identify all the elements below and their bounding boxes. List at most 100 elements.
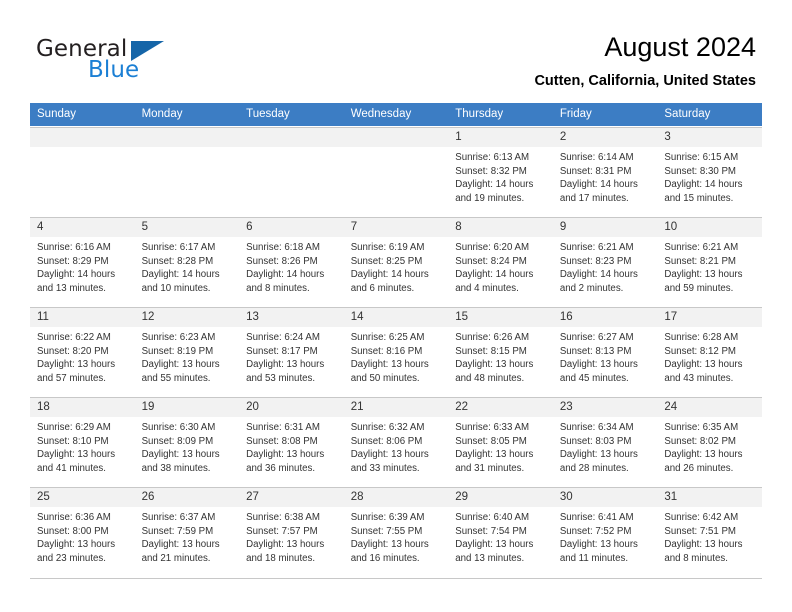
day-number: 5	[134, 217, 240, 237]
daylight-text: and 53 minutes.	[246, 372, 316, 384]
calendar-day-cell[interactable]: 13 Sunrise: 6:24 AM Sunset: 8:17 PM Dayligh…	[239, 306, 344, 396]
calendar-day-cell[interactable]: 27 Sunrise: 6:38 AM Sunset: 7:57 PM Dayligh…	[239, 486, 344, 576]
sunset-text: Sunset: 8:32 PM	[455, 165, 527, 177]
sunrise-text: Sunrise: 6:30 AM	[141, 422, 216, 433]
daylight-text: and 8 minutes.	[246, 282, 310, 294]
calendar-day-cell[interactable]: 3 Sunrise: 6:15 AM Sunset: 8:30 PM Daylight…	[657, 126, 762, 216]
sunset-text: Sunset: 7:52 PM	[559, 525, 632, 537]
daylight-text: and 41 minutes.	[37, 462, 106, 474]
day-number: 19	[134, 397, 240, 417]
calendar-page: General Blue August 2024 Cutten, Califor…	[0, 0, 792, 612]
daylight-text: and 4 minutes.	[455, 282, 519, 294]
sunrise-text: Sunrise: 6:35 AM	[664, 422, 739, 433]
day-number: 16	[552, 307, 658, 327]
day-13: 13 Sunrise: 6:24 AM Sunset: 8:17 PM Dayligh…	[239, 306, 344, 396]
day-details: Sunrise: 6:39 AM Sunset: 7:55 PM Daylight:…	[344, 507, 449, 565]
sunset-text: Sunset: 8:23 PM	[559, 255, 632, 267]
calendar-day-cell[interactable]: 22 Sunrise: 6:33 AM Sunset: 8:05 PM Dayligh…	[448, 396, 553, 486]
empty-day	[134, 126, 240, 216]
day-number: 26	[134, 487, 240, 507]
sunrise-text: Sunrise: 6:25 AM	[350, 332, 425, 343]
daylight-text: Daylight: 13 hours	[246, 359, 325, 371]
day-details: Sunrise: 6:27 AM Sunset: 8:13 PM Daylight:…	[553, 327, 658, 385]
day-details: Sunrise: 6:15 AM Sunset: 8:30 PM Daylight:…	[657, 147, 762, 205]
calendar-day-cell[interactable]: 26 Sunrise: 6:37 AM Sunset: 7:59 PM Dayligh…	[134, 486, 240, 576]
calendar-day-cell	[134, 126, 240, 216]
calendar-body: 1 Sunrise: 6:13 AM Sunset: 8:32 PM Daylight…	[30, 126, 762, 576]
day-details: Sunrise: 6:29 AM Sunset: 8:10 PM Daylight:…	[30, 417, 135, 475]
calendar-day-cell[interactable]: 4 Sunrise: 6:16 AM Sunset: 8:29 PM Daylight…	[30, 216, 135, 306]
daylight-text: and 36 minutes.	[246, 462, 316, 474]
sunset-text: Sunset: 8:17 PM	[246, 345, 318, 357]
calendar-day-cell[interactable]: 19 Sunrise: 6:30 AM Sunset: 8:09 PM Dayligh…	[134, 396, 240, 486]
sunrise-text: Sunrise: 6:41 AM	[559, 512, 634, 523]
calendar-day-cell[interactable]: 2 Sunrise: 6:14 AM Sunset: 8:31 PM Daylight…	[552, 126, 658, 216]
day-details: Sunrise: 6:16 AM Sunset: 8:29 PM Daylight:…	[30, 237, 135, 295]
daylight-text: and 11 minutes.	[559, 552, 629, 564]
day-details: Sunrise: 6:20 AM Sunset: 8:24 PM Daylight:…	[448, 237, 553, 295]
day-details: Sunrise: 6:28 AM Sunset: 8:12 PM Daylight:…	[657, 327, 762, 385]
daylight-text: Daylight: 14 hours	[246, 269, 325, 281]
weekday-header-thursday: Thursday	[448, 103, 553, 126]
calendar-day-cell[interactable]: 31 Sunrise: 6:42 AM Sunset: 7:51 PM Dayligh…	[657, 486, 762, 576]
calendar-day-cell[interactable]: 10 Sunrise: 6:21 AM Sunset: 8:21 PM Dayligh…	[657, 216, 762, 306]
weekday-header-monday: Monday	[134, 103, 240, 126]
sunrise-text: Sunrise: 6:39 AM	[350, 512, 425, 523]
calendar-day-cell[interactable]: 23 Sunrise: 6:34 AM Sunset: 8:03 PM Dayligh…	[552, 396, 658, 486]
daylight-text: Daylight: 13 hours	[350, 449, 429, 461]
daylight-text: and 17 minutes.	[559, 192, 629, 204]
day-details: Sunrise: 6:23 AM Sunset: 8:19 PM Daylight:…	[135, 327, 240, 385]
day-number	[30, 127, 135, 147]
day-details: Sunrise: 6:33 AM Sunset: 8:05 PM Daylight:…	[448, 417, 553, 475]
calendar-day-cell[interactable]: 1 Sunrise: 6:13 AM Sunset: 8:32 PM Daylight…	[448, 126, 553, 216]
day-details: Sunrise: 6:17 AM Sunset: 8:28 PM Daylight:…	[135, 237, 240, 295]
day-25: 25 Sunrise: 6:36 AM Sunset: 8:00 PM Dayligh…	[30, 486, 135, 576]
calendar-day-cell[interactable]: 24 Sunrise: 6:35 AM Sunset: 8:02 PM Dayligh…	[657, 396, 762, 486]
sunset-text: Sunset: 8:05 PM	[455, 435, 527, 447]
calendar-day-cell[interactable]: 29 Sunrise: 6:40 AM Sunset: 7:54 PM Dayligh…	[448, 486, 553, 576]
calendar-day-cell[interactable]: 6 Sunrise: 6:18 AM Sunset: 8:26 PM Daylight…	[239, 216, 344, 306]
day-22: 22 Sunrise: 6:33 AM Sunset: 8:05 PM Dayligh…	[448, 396, 553, 486]
calendar-day-cell[interactable]: 9 Sunrise: 6:21 AM Sunset: 8:23 PM Daylight…	[552, 216, 658, 306]
calendar-day-cell[interactable]: 14 Sunrise: 6:25 AM Sunset: 8:16 PM Dayligh…	[343, 306, 449, 396]
calendar-day-cell[interactable]: 12 Sunrise: 6:23 AM Sunset: 8:19 PM Dayligh…	[134, 306, 240, 396]
daylight-text: and 45 minutes.	[559, 372, 629, 384]
calendar-day-cell[interactable]: 20 Sunrise: 6:31 AM Sunset: 8:08 PM Dayligh…	[239, 396, 344, 486]
day-details: Sunrise: 6:24 AM Sunset: 8:17 PM Daylight:…	[239, 327, 344, 385]
calendar-week-row: 11 Sunrise: 6:22 AM Sunset: 8:20 PM Dayligh…	[30, 306, 762, 396]
general-blue-logo[interactable]: General Blue	[36, 36, 256, 92]
calendar-day-cell[interactable]: 21 Sunrise: 6:32 AM Sunset: 8:06 PM Dayligh…	[343, 396, 449, 486]
page-header: General Blue August 2024 Cutten, Califor…	[0, 0, 792, 103]
calendar-day-cell[interactable]: 8 Sunrise: 6:20 AM Sunset: 8:24 PM Daylight…	[448, 216, 553, 306]
day-2: 2 Sunrise: 6:14 AM Sunset: 8:31 PM Daylight…	[552, 126, 658, 216]
calendar-day-cell[interactable]: 15 Sunrise: 6:26 AM Sunset: 8:15 PM Dayligh…	[448, 306, 553, 396]
daylight-text: Daylight: 14 hours	[455, 269, 534, 281]
daylight-text: and 28 minutes.	[559, 462, 629, 474]
calendar-day-cell[interactable]: 17 Sunrise: 6:28 AM Sunset: 8:12 PM Dayligh…	[657, 306, 762, 396]
day-4: 4 Sunrise: 6:16 AM Sunset: 8:29 PM Daylight…	[30, 216, 135, 306]
day-number: 8	[448, 217, 553, 237]
calendar-day-cell[interactable]: 7 Sunrise: 6:19 AM Sunset: 8:25 PM Daylight…	[343, 216, 449, 306]
day-6: 6 Sunrise: 6:18 AM Sunset: 8:26 PM Daylight…	[239, 216, 344, 306]
day-details: Sunrise: 6:21 AM Sunset: 8:21 PM Daylight:…	[657, 237, 762, 295]
day-number: 21	[343, 397, 449, 417]
daylight-text: and 38 minutes.	[141, 462, 211, 474]
calendar-day-cell[interactable]: 18 Sunrise: 6:29 AM Sunset: 8:10 PM Dayligh…	[30, 396, 135, 486]
calendar-day-cell[interactable]: 25 Sunrise: 6:36 AM Sunset: 8:00 PM Dayligh…	[30, 486, 135, 576]
calendar-day-cell[interactable]: 16 Sunrise: 6:27 AM Sunset: 8:13 PM Dayligh…	[552, 306, 658, 396]
sunrise-text: Sunrise: 6:40 AM	[455, 512, 530, 523]
calendar-day-cell[interactable]: 11 Sunrise: 6:22 AM Sunset: 8:20 PM Dayligh…	[30, 306, 135, 396]
calendar-day-cell[interactable]: 28 Sunrise: 6:39 AM Sunset: 7:55 PM Dayligh…	[343, 486, 449, 576]
day-number: 23	[552, 397, 658, 417]
calendar-day-cell[interactable]: 5 Sunrise: 6:17 AM Sunset: 8:28 PM Daylight…	[134, 216, 240, 306]
day-3: 3 Sunrise: 6:15 AM Sunset: 8:30 PM Daylight…	[657, 126, 762, 216]
day-number: 11	[30, 307, 135, 327]
day-16: 16 Sunrise: 6:27 AM Sunset: 8:13 PM Dayligh…	[552, 306, 658, 396]
sunrise-text: Sunrise: 6:29 AM	[37, 422, 111, 433]
daylight-text: and 21 minutes.	[141, 552, 211, 564]
day-details: Sunrise: 6:35 AM Sunset: 8:02 PM Daylight:…	[657, 417, 762, 475]
daylight-text: Daylight: 14 hours	[350, 269, 429, 281]
day-23: 23 Sunrise: 6:34 AM Sunset: 8:03 PM Dayligh…	[552, 396, 658, 486]
calendar-day-cell[interactable]: 30 Sunrise: 6:41 AM Sunset: 7:52 PM Dayligh…	[552, 486, 658, 576]
day-details: Sunrise: 6:32 AM Sunset: 8:06 PM Daylight:…	[344, 417, 449, 475]
